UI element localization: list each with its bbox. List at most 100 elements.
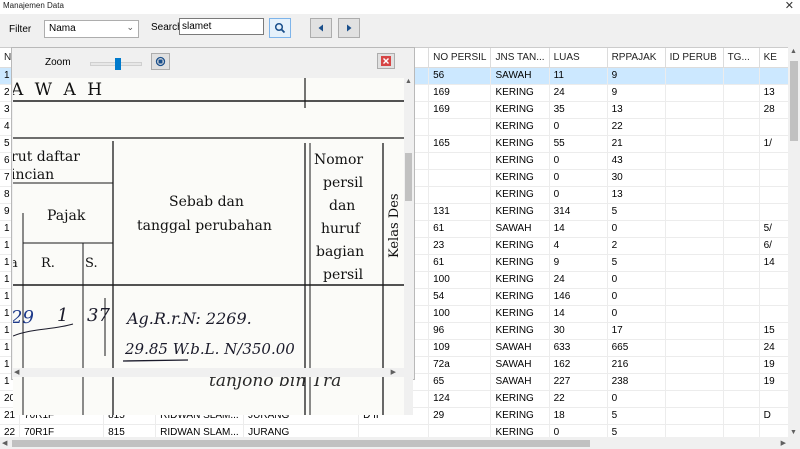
table-cell[interactable]: 0 <box>549 152 608 170</box>
table-cell[interactable] <box>665 271 724 289</box>
table-cell[interactable]: KERING <box>490 305 550 323</box>
table-cell[interactable] <box>665 407 724 425</box>
table-cell[interactable]: 238 <box>607 373 666 391</box>
table-cell[interactable]: 23 <box>428 237 492 255</box>
table-cell[interactable]: 131 <box>428 203 492 221</box>
table-cell[interactable]: 109 <box>428 339 492 357</box>
column-header[interactable]: JNS TAN... <box>490 48 550 68</box>
table-cell[interactable] <box>723 67 760 85</box>
table-cell[interactable] <box>428 169 492 187</box>
table-cell[interactable]: 0 <box>607 390 666 408</box>
table-cell[interactable] <box>665 169 724 187</box>
table-cell[interactable]: 18 <box>549 407 608 425</box>
table-cell[interactable]: 61 <box>428 254 492 272</box>
table-cell[interactable]: 5 <box>607 254 666 272</box>
table-cell[interactable] <box>723 101 760 119</box>
table-cell[interactable]: SAWAH <box>490 356 550 374</box>
table-cell[interactable] <box>428 152 492 170</box>
table-cell[interactable]: KERING <box>490 101 550 119</box>
column-header[interactable]: RPPAJAK <box>607 48 666 68</box>
viewer-vertical-scroll-thumb[interactable] <box>405 153 412 201</box>
table-cell[interactable] <box>723 152 760 170</box>
table-cell[interactable] <box>723 305 760 323</box>
table-cell[interactable]: 5 <box>607 424 666 437</box>
grid-vertical-scrollbar[interactable]: ▲ ▼ <box>788 47 800 437</box>
table-cell[interactable] <box>665 237 724 255</box>
table-cell[interactable]: 124 <box>428 390 492 408</box>
table-cell[interactable]: KERING <box>490 84 550 102</box>
table-cell[interactable] <box>665 390 724 408</box>
column-header[interactable]: NO PERSIL <box>428 48 492 68</box>
table-cell[interactable]: 169 <box>428 101 492 119</box>
table-cell[interactable] <box>723 84 760 102</box>
scroll-left-icon[interactable]: ◀ <box>2 439 7 447</box>
table-cell[interactable]: 0 <box>607 288 666 306</box>
table-cell[interactable] <box>665 339 724 357</box>
grid-horizontal-scrollbar[interactable]: ◀ ▶ <box>0 437 788 449</box>
table-cell[interactable]: KERING <box>490 118 550 136</box>
table-cell[interactable] <box>665 118 724 136</box>
column-header[interactable]: ID PERUB <box>665 48 724 68</box>
grid-vertical-scroll-thumb[interactable] <box>790 61 798 141</box>
fit-view-button[interactable] <box>151 53 170 70</box>
table-cell[interactable] <box>665 203 724 221</box>
table-cell[interactable] <box>723 118 760 136</box>
viewer-scroll-up-icon[interactable]: ▲ <box>405 78 412 85</box>
table-cell[interactable] <box>428 118 492 136</box>
table-cell[interactable]: 13 <box>607 101 666 119</box>
table-cell[interactable] <box>723 322 760 340</box>
table-cell[interactable]: KERING <box>490 135 550 153</box>
table-cell[interactable]: 146 <box>549 288 608 306</box>
table-cell[interactable]: 0 <box>549 186 608 204</box>
search-button[interactable] <box>269 18 291 38</box>
table-cell[interactable]: 55 <box>549 135 608 153</box>
table-cell[interactable] <box>723 169 760 187</box>
table-cell[interactable]: KERING <box>490 203 550 221</box>
table-cell[interactable]: KERING <box>490 271 550 289</box>
table-cell[interactable]: 56 <box>428 67 492 85</box>
table-cell[interactable]: 815 <box>103 424 157 437</box>
table-cell[interactable] <box>665 135 724 153</box>
table-cell[interactable]: 165 <box>428 135 492 153</box>
table-cell[interactable] <box>665 67 724 85</box>
viewer-scroll-right-icon[interactable]: ▶ <box>391 368 396 376</box>
table-cell[interactable]: 100 <box>428 305 492 323</box>
table-cell[interactable] <box>665 356 724 374</box>
table-cell[interactable] <box>723 339 760 357</box>
table-cell[interactable]: KERING <box>490 424 550 437</box>
table-cell[interactable]: 665 <box>607 339 666 357</box>
column-header[interactable]: TG... <box>723 48 760 68</box>
table-cell[interactable]: 169 <box>428 84 492 102</box>
table-cell[interactable]: 96 <box>428 322 492 340</box>
table-cell[interactable]: 72a <box>428 356 492 374</box>
table-cell[interactable]: KERING <box>490 390 550 408</box>
table-cell[interactable]: 30 <box>549 322 608 340</box>
table-cell[interactable]: 35 <box>549 101 608 119</box>
table-cell[interactable]: 0 <box>549 424 608 437</box>
table-cell[interactable]: SAWAH <box>490 339 550 357</box>
table-row[interactable]: 22 70R1F 815 RIDWAN SLAM... JURANG KERING 0 5 <box>0 424 800 437</box>
table-cell[interactable] <box>723 220 760 238</box>
table-cell[interactable]: 11 <box>549 67 608 85</box>
table-cell[interactable]: KERING <box>490 254 550 272</box>
table-cell[interactable]: 54 <box>428 288 492 306</box>
table-cell[interactable] <box>358 424 430 437</box>
table-cell[interactable] <box>723 254 760 272</box>
scroll-down-icon[interactable]: ▼ <box>790 429 797 436</box>
table-cell[interactable]: 43 <box>607 152 666 170</box>
table-cell[interactable] <box>665 254 724 272</box>
table-cell[interactable]: 22 <box>607 118 666 136</box>
table-cell[interactable]: 14 <box>549 305 608 323</box>
table-cell[interactable]: 9 <box>607 84 666 102</box>
table-cell[interactable]: 21 <box>607 135 666 153</box>
table-cell[interactable]: SAWAH <box>490 220 550 238</box>
table-cell[interactable]: 162 <box>549 356 608 374</box>
close-viewer-button[interactable] <box>377 53 395 69</box>
table-cell[interactable]: RIDWAN SLAM... <box>155 424 245 437</box>
viewer-horizontal-scrollbar[interactable]: ◀ ▶ <box>13 368 408 377</box>
table-cell[interactable]: 22 <box>0 424 21 437</box>
table-cell[interactable]: 100 <box>428 271 492 289</box>
table-cell[interactable] <box>665 101 724 119</box>
table-cell[interactable]: KERING <box>490 237 550 255</box>
grid-horizontal-scroll-thumb[interactable] <box>12 440 590 447</box>
